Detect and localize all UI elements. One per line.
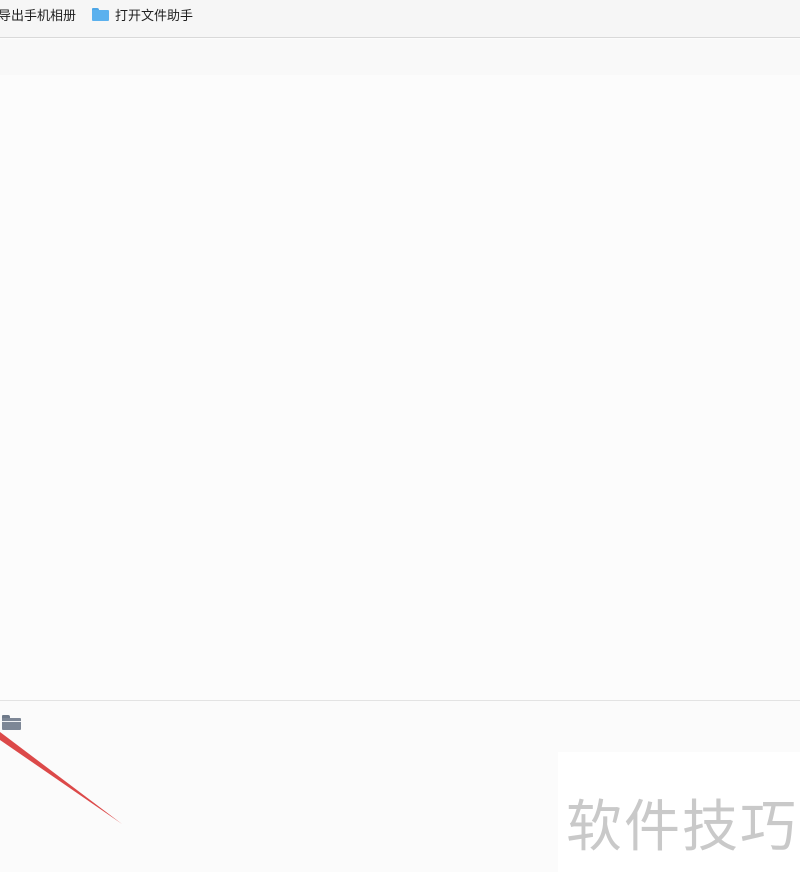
export-phone-album-label: 导出手机相册 <box>0 8 77 24</box>
red-annotation-arrow <box>0 732 122 824</box>
open-file-assistant-label: 打开文件助手 <box>115 8 194 24</box>
header-band <box>0 39 800 75</box>
top-toolbar: 导出手机相册 打开文件助手 <box>0 0 800 38</box>
page: 导出手机相册 打开文件助手 软件技巧 <box>0 0 800 872</box>
chat-message-area[interactable] <box>0 75 800 700</box>
open-file-assistant-button[interactable]: 打开文件助手 <box>92 4 193 24</box>
send-file-icon[interactable] <box>2 715 22 731</box>
watermark-text: 软件技巧 <box>566 795 798 860</box>
export-phone-album-button[interactable]: 导出手机相册 <box>0 4 76 24</box>
folder-icon <box>92 7 109 21</box>
